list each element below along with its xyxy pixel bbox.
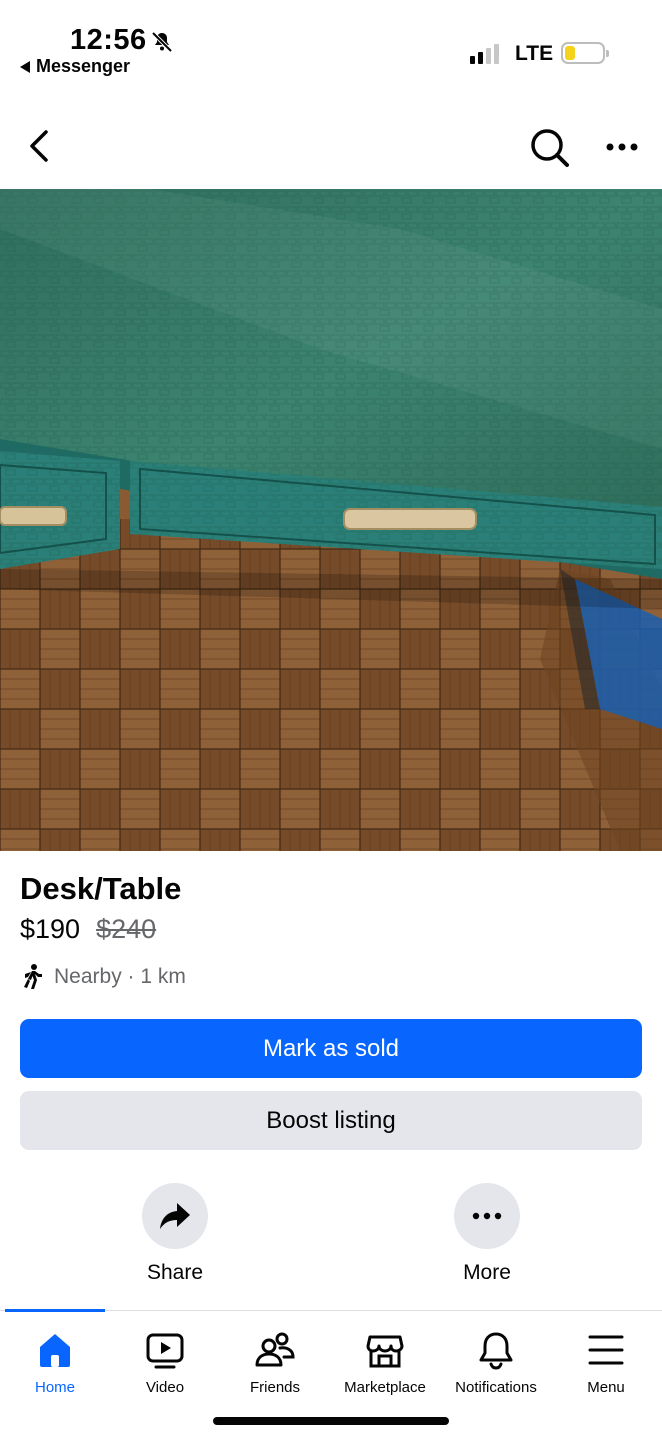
friends-icon xyxy=(255,1332,295,1367)
back-to-app-link[interactable]: Messenger xyxy=(20,56,130,77)
bell-icon xyxy=(479,1332,513,1370)
location-row: Nearby · 1 km xyxy=(20,963,186,991)
video-icon xyxy=(146,1333,184,1369)
price-row: $190 $240 xyxy=(20,914,156,945)
share-icon-circle xyxy=(142,1183,208,1249)
current-price: $190 xyxy=(20,914,81,944)
battery-level xyxy=(565,46,575,60)
boost-listing-button[interactable]: Boost listing xyxy=(20,1091,642,1150)
bell-off-icon xyxy=(151,31,173,53)
tab-friends-label: Friends xyxy=(249,1379,301,1396)
signal-strength-icon xyxy=(470,44,499,64)
listing-title: Desk/Table xyxy=(20,871,182,906)
tab-menu[interactable]: Menu xyxy=(551,1329,661,1396)
tab-notifications-label: Notifications xyxy=(455,1379,537,1396)
chevron-left-icon[interactable] xyxy=(22,126,58,166)
walking-person-icon xyxy=(24,964,42,989)
active-tab-indicator xyxy=(5,1309,105,1312)
tab-home-label: Home xyxy=(34,1379,75,1396)
home-indicator xyxy=(213,1417,449,1425)
back-app-label: Messenger xyxy=(36,56,131,76)
search-icon[interactable] xyxy=(528,126,570,168)
menu-icon xyxy=(588,1335,624,1365)
location-text: Nearby · 1 km xyxy=(54,965,186,988)
tab-friends[interactable]: Friends xyxy=(220,1329,330,1396)
mark-as-sold-button[interactable]: Mark as sold xyxy=(20,1019,642,1078)
more-icon-circle xyxy=(454,1183,520,1249)
listing-photo[interactable] xyxy=(0,189,662,851)
tab-marketplace-label: Marketplace xyxy=(344,1379,426,1396)
tab-video[interactable]: Video xyxy=(110,1329,220,1396)
more-label: More xyxy=(463,1261,511,1284)
share-button[interactable]: Share xyxy=(115,1183,235,1285)
back-triangle-icon xyxy=(20,60,30,73)
more-horizontal-icon[interactable] xyxy=(600,132,644,162)
original-price: $240 xyxy=(96,914,157,944)
tab-home[interactable]: Home xyxy=(0,1329,110,1396)
marketplace-icon xyxy=(366,1335,404,1368)
more-button[interactable]: More xyxy=(427,1183,547,1285)
share-arrow-icon xyxy=(160,1203,190,1229)
tab-menu-label: Menu xyxy=(587,1379,625,1396)
status-time: 12:56 xyxy=(70,24,147,56)
tab-notifications[interactable]: Notifications xyxy=(441,1329,551,1396)
home-icon xyxy=(40,1334,70,1367)
more-horizontal-icon xyxy=(472,1212,502,1220)
tab-video-label: Video xyxy=(145,1379,185,1396)
network-type: LTE xyxy=(515,42,554,65)
tab-marketplace[interactable]: Marketplace xyxy=(330,1329,440,1396)
battery-icon xyxy=(561,42,609,64)
top-nav xyxy=(0,110,662,182)
share-label: Share xyxy=(146,1261,204,1284)
status-bar: 12:56 Messenger LTE xyxy=(0,0,662,90)
listing-photo-illustration xyxy=(0,189,662,851)
